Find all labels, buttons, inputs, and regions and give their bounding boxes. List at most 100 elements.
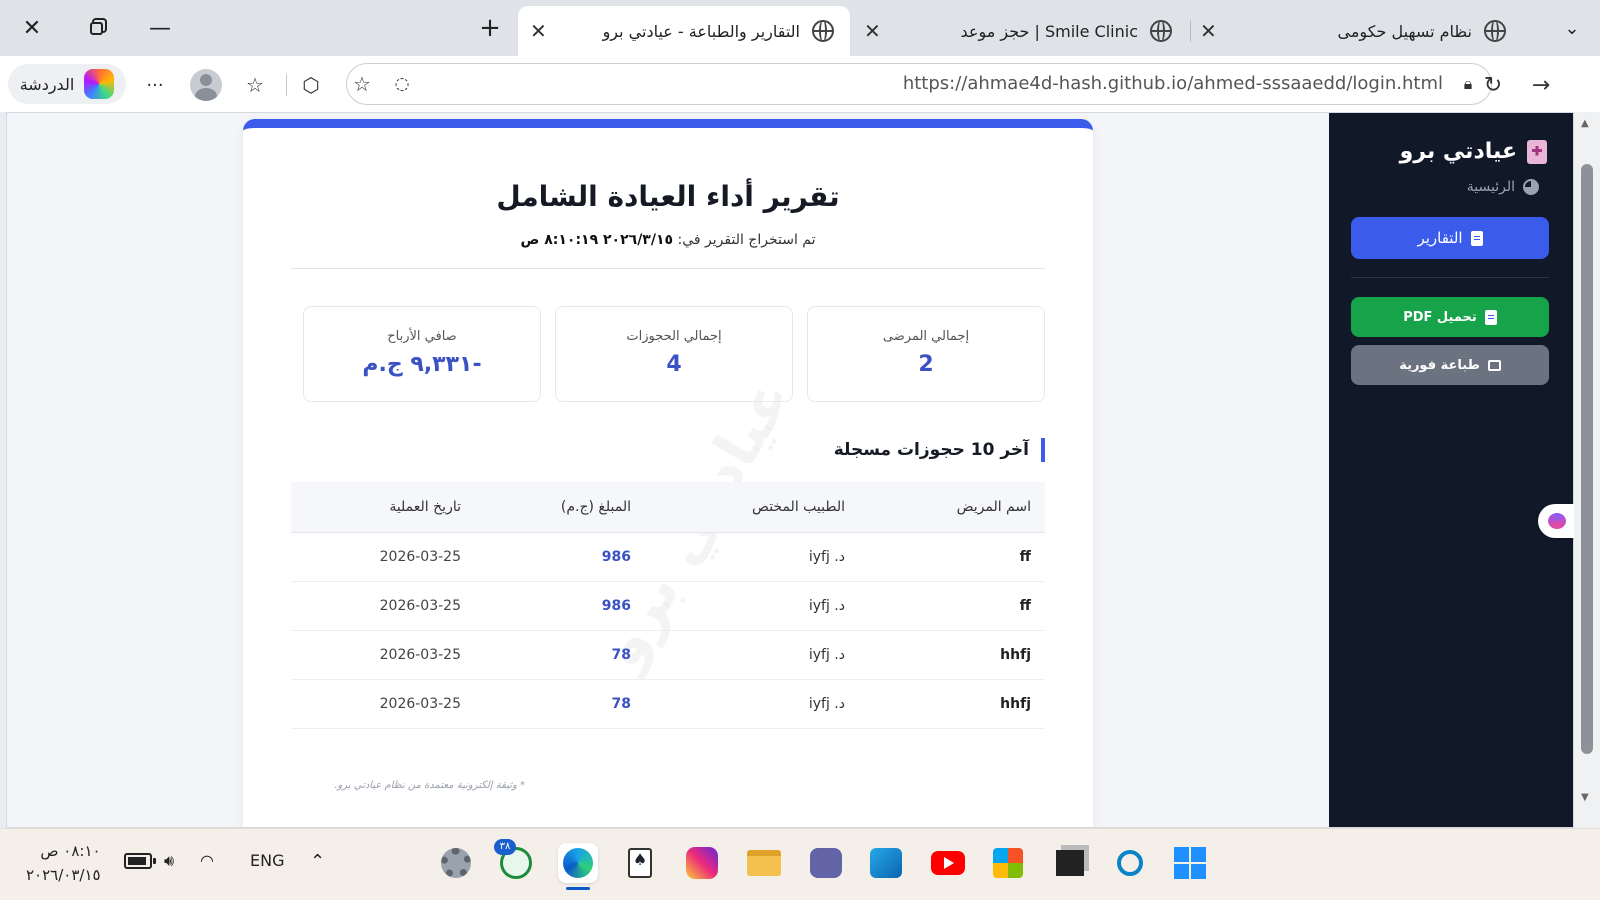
url-text[interactable]: https://ahmae4d-hash.github.io/ahmed-sss… (903, 73, 1443, 94)
page-viewport: عيادتي برو تقرير أداء العيادة الشامل تم … (6, 112, 1574, 828)
brand-name: عيادتي برو (1399, 139, 1517, 164)
amount: 78 (475, 679, 645, 729)
sidebar-item-label: الرئيسية (1466, 179, 1515, 195)
new-tab-plus-icon[interactable]: + (470, 10, 510, 46)
stat-value: 4 (666, 352, 682, 377)
teams-icon[interactable] (806, 843, 846, 883)
doctor-name: د. iyfj (645, 630, 859, 680)
solitaire-icon[interactable]: ♠ (620, 843, 660, 883)
scrollbar-thumb[interactable] (1581, 164, 1593, 754)
operation-date: 2026-03-25 (291, 630, 475, 680)
tab-smile-clinic[interactable]: Smile Clinic | حجز موعد ✕ (856, 6, 1188, 56)
assistant-float-button[interactable] (1538, 504, 1576, 538)
taskbar: ٠٨:١٠ ص ٢٠٢٦/٠٣/١٥ 🔊︎ ◠ ENG ⌃ ٣٨ ♠ (0, 828, 1600, 900)
sidebar-divider (1351, 277, 1549, 278)
table-header-row: اسم المريض الطبيب المختص المبلغ (ج.م) تا… (291, 482, 1045, 533)
tab-close-icon[interactable]: ✕ (864, 19, 881, 43)
scroll-down-arrow-icon[interactable]: ▼ (1581, 792, 1589, 803)
tab-reports[interactable]: التقارير والطباعة - عيادتي برو ✕ (518, 6, 850, 56)
window-close-icon[interactable]: ✕ (12, 10, 52, 46)
add-favorite-star-icon[interactable]: ☆ (347, 69, 377, 99)
page-scrollbar[interactable]: ▲ ▼ (1574, 112, 1600, 828)
section-title: آخر 10 حجوزات مسجلة (834, 438, 1045, 462)
refresh-icon[interactable]: ↻ (1478, 70, 1508, 100)
tab-close-icon[interactable]: ✕ (530, 19, 547, 43)
download-pdf-button[interactable]: تحميل PDF (1351, 297, 1549, 337)
clock-time: ٠٨:١٠ ص (40, 842, 101, 860)
stat-label: إجمالي الحجوزات (626, 329, 722, 344)
store-icon[interactable] (988, 843, 1028, 883)
address-bar[interactable]: ☆ ◌ https://ahmae4d-hash.github.io/ahmed… (346, 63, 1492, 105)
favorites-icon[interactable]: ☆ (240, 70, 270, 100)
table-row: ff د. iyfj 986 2026-03-25 (291, 581, 1045, 631)
copilot-chat-button[interactable]: الدردشة (8, 64, 126, 104)
active-app-indicator (566, 887, 590, 890)
battery-icon[interactable] (124, 853, 156, 869)
footer-note: * وثيقة إلكترونية معتمدة من نظام عيادتي … (334, 780, 525, 791)
column-header: المبلغ (ج.م) (475, 482, 645, 533)
forward-arrow-icon[interactable]: → (1526, 70, 1556, 100)
tab-gov-system[interactable]: نظام تسهيل حكومى ✕ (1190, 6, 1522, 56)
stat-value: 2 (918, 352, 934, 377)
tray-chevron-up-icon[interactable]: ⌃ (310, 851, 325, 872)
system-clock[interactable]: ٠٨:١٠ ص ٢٠٢٦/٠٣/١٥ (26, 839, 101, 887)
tab-close-icon[interactable]: ✕ (1200, 19, 1217, 43)
tab-strip: ✕ — + التقارير والطباعة - عيادتي برو ✕ S… (0, 0, 1600, 56)
doctor-name: د. iyfj (645, 581, 859, 631)
profile-avatar[interactable] (190, 69, 222, 101)
tab-title: نظام تسهيل حكومى (1337, 21, 1472, 41)
stat-card-patients: إجمالي المرضى 2 (807, 306, 1045, 402)
button-label: طباعة فورية (1399, 357, 1480, 373)
stat-label: إجمالي المرضى (882, 329, 970, 344)
volume-icon[interactable]: 🔊︎ (164, 851, 174, 871)
report-card: عيادتي برو تقرير أداء العيادة الشامل تم … (243, 119, 1093, 827)
file-explorer-icon[interactable] (744, 843, 784, 883)
file-icon (1470, 230, 1483, 246)
toolbar-divider (286, 74, 287, 96)
table-row: hhfj د. iyfj 78 2026-03-25 (291, 679, 1045, 729)
globe-icon (1484, 20, 1506, 42)
operation-date: 2026-03-25 (291, 532, 475, 582)
terminal-icon[interactable] (1050, 843, 1090, 883)
youtube-icon[interactable] (928, 843, 968, 883)
globe-icon (812, 20, 834, 42)
sidebar-item-label: التقارير (1417, 229, 1463, 247)
globe-icon (1150, 20, 1172, 42)
patient-name: ff (859, 532, 1045, 582)
sidebar-item-home[interactable]: الرئيسية (1467, 179, 1539, 195)
start-windows-icon[interactable] (1170, 843, 1210, 883)
doctor-name: د. iyfj (645, 532, 859, 582)
search-icon[interactable]: ◌ (387, 69, 417, 99)
brand[interactable]: عيادتي برو (1400, 139, 1547, 164)
pie-chart-icon (1523, 179, 1539, 195)
patient-name: ff (859, 581, 1045, 631)
column-header: تاريخ العملية (291, 482, 475, 533)
extensions-icon[interactable]: ⬡ (296, 70, 326, 100)
printer-icon (1487, 359, 1501, 371)
edge-browser-icon[interactable] (558, 843, 598, 883)
outlook-icon[interactable] (866, 843, 906, 883)
report-title: تقرير أداء العيادة الشامل (496, 180, 840, 213)
window-minimize-icon[interactable]: — (140, 10, 180, 46)
divider (291, 268, 1045, 269)
table-row: ff د. iyfj 986 2026-03-25 (291, 532, 1045, 582)
print-button[interactable]: طباعة فورية (1351, 345, 1549, 385)
stat-card-profit: صافي الأرباح -٩,٣٣١ ج.م (303, 306, 541, 402)
bookings-table: اسم المريض الطبيب المختص المبلغ (ج.م) تا… (291, 482, 1045, 729)
tab-list-chevron-icon[interactable]: ⌄ (1552, 10, 1592, 46)
sidebar-item-reports[interactable]: التقارير (1351, 217, 1549, 259)
copilot-icon (84, 69, 115, 99)
amount: 986 (475, 581, 645, 631)
search-icon[interactable] (1110, 843, 1150, 883)
language-indicator[interactable]: ENG (250, 851, 284, 870)
more-options-icon[interactable]: ··· (140, 70, 170, 100)
scroll-up-arrow-icon[interactable]: ▲ (1581, 118, 1589, 129)
column-header: الطبيب المختص (645, 482, 859, 533)
clock-date: ٢٠٢٦/٠٣/١٥ (26, 866, 101, 884)
report-date: تم استخراج التقرير في: ٢٠٢٦/٣/١٥ ٨:١٠:١٩… (520, 232, 816, 248)
settings-gear-icon[interactable] (436, 843, 476, 883)
wifi-icon[interactable]: ◠ (200, 851, 214, 870)
window-restore-icon[interactable] (76, 10, 116, 46)
stat-card-bookings: إجمالي الحجوزات 4 (555, 306, 793, 402)
instagram-icon[interactable] (682, 843, 722, 883)
